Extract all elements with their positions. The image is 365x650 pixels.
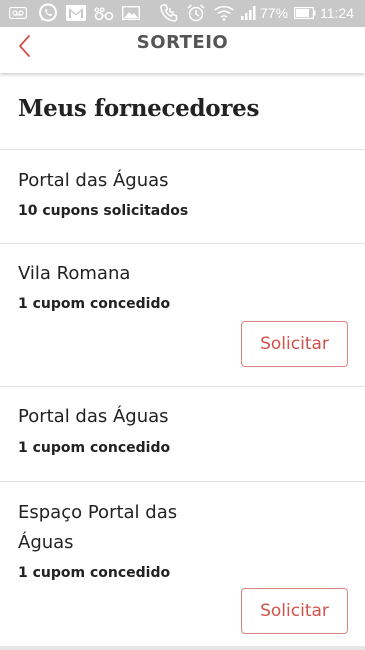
supplier-status: 1 cupom concedido	[18, 440, 171, 456]
list-item[interactable]: Portal das Águas 10 cupons solicitados	[0, 150, 365, 243]
gmail-icon	[66, 4, 86, 22]
supplier-name: Vila Romana	[18, 263, 131, 284]
whatsapp-icon	[37, 3, 59, 22]
request-button[interactable]: Solicitar	[241, 321, 348, 367]
wifi-icon	[213, 4, 235, 22]
request-button[interactable]: Solicitar	[241, 588, 348, 634]
battery-percent: 77%	[260, 5, 289, 21]
supplier-status: 1 cupom concedido	[18, 565, 171, 581]
battery-icon	[294, 4, 316, 22]
supplier-name: Espaço Portal das Águas	[18, 502, 178, 553]
list-item[interactable]: Vila Romana 1 cupom concedido Solicitar	[0, 244, 365, 386]
voicemail-icon	[8, 4, 28, 22]
clock: 11:24	[320, 5, 354, 21]
list-item[interactable]: Espaço Portal das Águas 1 cupom concedid…	[0, 482, 365, 646]
alarm-icon	[186, 4, 206, 22]
supplier-name: Portal das Águas	[18, 406, 169, 427]
supplier-status: 10 cupons solicitados	[18, 203, 189, 219]
image-icon	[121, 4, 141, 22]
app-title: SORTEIO	[136, 32, 229, 53]
supplier-name: Portal das Águas	[18, 170, 169, 191]
supplier-status: 1 cupom concedido	[18, 296, 171, 312]
signal-icon	[240, 4, 258, 22]
app-bar: SORTEIO	[0, 27, 365, 73]
status-bar: oo 77% 11:24	[0, 0, 365, 27]
bottom-edge	[0, 646, 365, 650]
page-title: Meus fornecedores	[18, 95, 260, 122]
list-item[interactable]: Portal das Águas 1 cupom concedido	[0, 387, 365, 480]
flickr-icon: oo	[94, 4, 114, 22]
phone-call-icon	[158, 4, 180, 22]
